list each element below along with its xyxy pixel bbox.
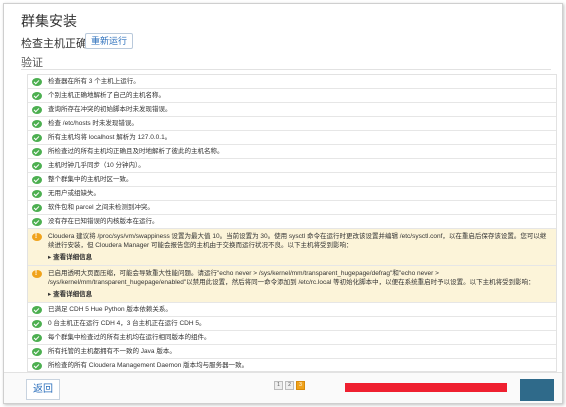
check-circle-icon <box>32 306 42 314</box>
check-message: 查询所存在冲突的初始脚本时未发现错误。 <box>48 106 172 113</box>
check-row-passed: 所有托管的主机都拥有不一致的 Java 版本。 <box>28 345 556 359</box>
check-circle-icon <box>32 190 42 198</box>
check-row-text: 无用户或组缺失。 <box>48 189 552 198</box>
check-row-passed: 主机时钟几乎同步（10 分钟内）。 <box>28 159 556 173</box>
check-message: Cloudera 建议将 /proc/sys/vm/swappiness 设置为… <box>48 233 547 249</box>
check-row-text: 已满足 CDH 5 Hue Python 版本依赖关系。 <box>48 305 552 314</box>
redacted-bar <box>345 383 507 392</box>
check-message: 所有托管的主机都拥有不一致的 Java 版本。 <box>48 348 176 355</box>
check-circle-icon <box>32 348 42 356</box>
check-row-text: 查询所存在冲突的初始脚本时未发现错误。 <box>48 105 552 114</box>
check-circle-icon <box>32 162 42 170</box>
check-row-text: 已启用透明大页面压缩，可能会导致重大性能问题。请运行"echo never > … <box>48 269 552 299</box>
warning-icon <box>32 269 42 278</box>
section-label-validation: 验证 <box>21 57 43 69</box>
continue-button[interactable] <box>520 379 554 401</box>
check-row-passed: 检查器在所有 3 个主机上运行。 <box>28 75 556 89</box>
check-row-passed: 所检查过的所有主机均正确且及时地解析了彼此的主机名称。 <box>28 145 556 159</box>
check-message: 所有主机均将 localhost 解析为 127.0.0.1。 <box>48 134 172 141</box>
check-circle-icon <box>32 92 42 100</box>
check-message: 个别主机正确地解析了自己的主机名称。 <box>48 92 165 99</box>
check-row-passed: 个别主机正确地解析了自己的主机名称。 <box>28 89 556 103</box>
check-row-text: 没有存在已知错误的内核版本在运行。 <box>48 217 552 226</box>
check-row-text: 检查器在所有 3 个主机上运行。 <box>48 77 552 86</box>
step-indicator-2: 2 <box>285 381 294 390</box>
check-row-text: 0 台主机正在运行 CDH 4，3 台主机正在运行 CDH 5。 <box>48 319 552 328</box>
check-row-text: 检查 /etc/hosts 时未发现错误。 <box>48 119 552 128</box>
section-divider <box>21 69 551 70</box>
check-row-passed: 所检查的所有 Cloudera Management Daemon 版本均与服务… <box>28 359 556 371</box>
warning-icon <box>32 232 42 241</box>
check-row-passed: 软件包和 parcel 之间未检测到冲突。 <box>28 201 556 215</box>
step-indicator-3: 3 <box>296 381 305 390</box>
check-row-text: 所有主机均将 localhost 解析为 127.0.0.1。 <box>48 133 552 142</box>
check-row-warning: 已启用透明大页面压缩，可能会导致重大性能问题。请运行"echo never > … <box>28 266 556 303</box>
step-indicator-1: 1 <box>274 381 283 390</box>
check-message: 所检查的所有 Cloudera Management Daemon 版本均与服务… <box>48 362 249 369</box>
check-circle-icon <box>32 134 42 142</box>
check-message: 已启用透明大页面压缩，可能会导致重大性能问题。请运行"echo never > … <box>48 270 535 286</box>
check-row-passed: 没有存在已知错误的内核版本在运行。 <box>28 215 556 229</box>
check-row-text: 个别主机正确地解析了自己的主机名称。 <box>48 91 552 100</box>
check-message: 没有存在已知错误的内核版本在运行。 <box>48 218 159 225</box>
step-pager: 123 <box>274 381 305 390</box>
check-message: 主机时钟几乎同步（10 分钟内）。 <box>48 162 145 169</box>
check-row-text: 主机时钟几乎同步（10 分钟内）。 <box>48 161 552 170</box>
check-row-passed: 已满足 CDH 5 Hue Python 版本依赖关系。 <box>28 303 556 317</box>
check-row-passed: 每个群集中检查过的所有主机均在运行相同版本的组件。 <box>28 331 556 345</box>
view-details-toggle[interactable]: 查看详细信息 <box>48 253 552 262</box>
check-row-text: 每个群集中检查过的所有主机均在运行相同版本的组件。 <box>48 333 552 342</box>
check-message: 检查器在所有 3 个主机上运行。 <box>48 78 140 85</box>
check-row-text: 整个群集中的主机时区一致。 <box>48 175 552 184</box>
check-row-text: 所有托管的主机都拥有不一致的 Java 版本。 <box>48 347 552 356</box>
rerun-button[interactable]: 重新运行 <box>85 33 134 49</box>
page-title: 群集安装 <box>21 13 77 29</box>
check-circle-icon <box>32 320 42 328</box>
check-message: 每个群集中检查过的所有主机均在运行相同版本的组件。 <box>48 334 211 341</box>
validation-check-list[interactable]: 检查器在所有 3 个主机上运行。个别主机正确地解析了自己的主机名称。 查询所存在冲… <box>27 74 557 372</box>
check-circle-icon <box>32 106 42 114</box>
view-details-toggle[interactable]: 查看详细信息 <box>48 290 552 299</box>
check-row-text: 所检查的所有 Cloudera Management Daemon 版本均与服务… <box>48 361 552 370</box>
check-message: 检查 /etc/hosts 时未发现错误。 <box>48 120 138 127</box>
check-row-text: Cloudera 建议将 /proc/sys/vm/swappiness 设置为… <box>48 232 552 262</box>
check-message: 0 台主机正在运行 CDH 4，3 台主机正在运行 CDH 5。 <box>48 320 206 327</box>
check-row-passed: 无用户或组缺失。 <box>28 187 556 201</box>
check-message: 软件包和 parcel 之间未检测到冲突。 <box>48 204 154 211</box>
check-circle-icon <box>32 176 42 184</box>
check-circle-icon <box>32 362 42 370</box>
check-message: 整个群集中的主机时区一致。 <box>48 176 133 183</box>
check-circle-icon <box>32 148 42 156</box>
check-circle-icon <box>32 78 42 86</box>
check-row-passed: 所有主机均将 localhost 解析为 127.0.0.1。 <box>28 131 556 145</box>
check-circle-icon <box>32 218 42 226</box>
check-row-passed: 0 台主机正在运行 CDH 4，3 台主机正在运行 CDH 5。 <box>28 317 556 331</box>
check-circle-icon <box>32 334 42 342</box>
install-wizard-window: 群集安装 检查主机正确性 重新运行 验证 检查器在所有 3 个主机上运行。 个别主… <box>3 3 563 404</box>
check-row-passed: 整个群集中的主机时区一致。 <box>28 173 556 187</box>
check-row-passed: 检查 /etc/hosts 时未发现错误。 <box>28 117 556 131</box>
check-row-text: 所检查过的所有主机均正确且及时地解析了彼此的主机名称。 <box>48 147 552 156</box>
back-button[interactable]: 返回 <box>26 379 60 400</box>
check-message: 所检查过的所有主机均正确且及时地解析了彼此的主机名称。 <box>48 148 224 155</box>
check-message: 无用户或组缺失。 <box>48 190 100 197</box>
check-row-text: 软件包和 parcel 之间未检测到冲突。 <box>48 203 552 212</box>
wizard-footer: 返回 123 <box>4 372 562 403</box>
check-circle-icon <box>32 120 42 128</box>
check-circle-icon <box>32 204 42 212</box>
check-message: 已满足 CDH 5 Hue Python 版本依赖关系。 <box>48 306 172 313</box>
check-row-passed: 查询所存在冲突的初始脚本时未发现错误。 <box>28 103 556 117</box>
check-row-warning: Cloudera 建议将 /proc/sys/vm/swappiness 设置为… <box>28 229 556 266</box>
